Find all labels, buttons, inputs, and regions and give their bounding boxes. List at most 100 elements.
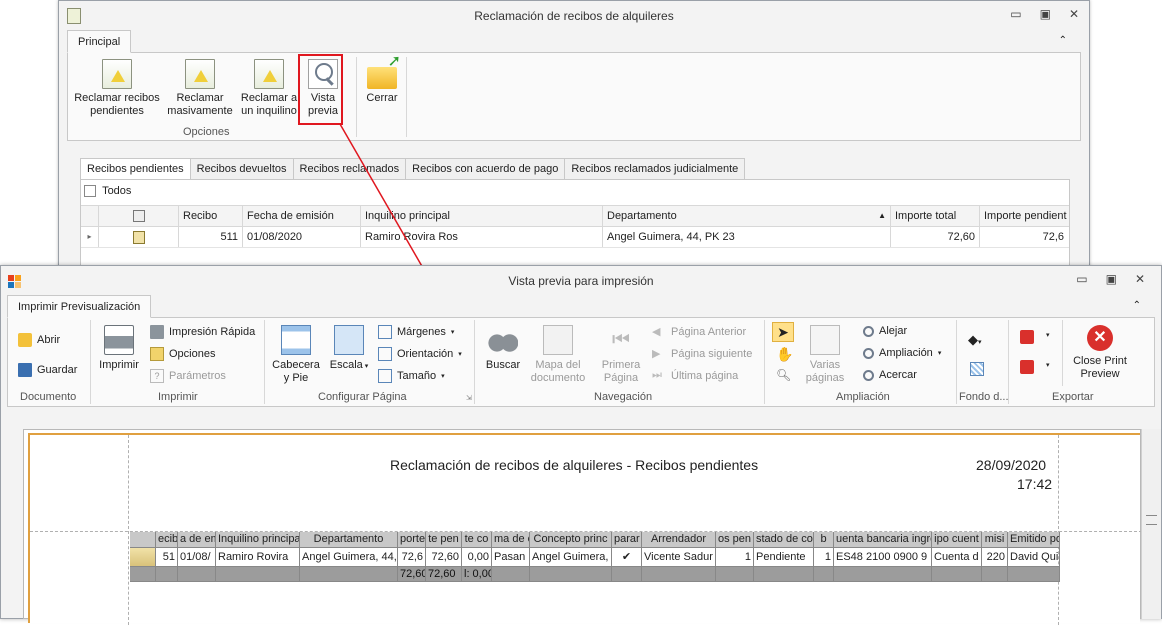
report-total-cell [754, 567, 814, 582]
margins-icon [378, 325, 392, 339]
orientation-icon [378, 347, 392, 361]
tamano-button[interactable]: Tamaño ▾ [378, 369, 445, 383]
report-cell: Angel Guimera, 44, [300, 548, 398, 567]
save-disk-icon [18, 363, 32, 377]
report-header-cell: os pen [716, 532, 754, 548]
preview-ribbon-tabs: Imprimir Previsualización ⌃ [7, 295, 1155, 318]
restore-icon[interactable]: ▣ [1106, 272, 1117, 286]
preview-canvas[interactable]: Reclamación de recibos de alquileres - R… [23, 429, 1142, 625]
report-total-cell [156, 567, 178, 582]
report-total-cell [492, 567, 530, 582]
report-cell: 220 [982, 548, 1008, 567]
parametros-button[interactable]: ? Parámetros [150, 369, 226, 383]
report-total-cell [130, 567, 156, 582]
mapa-documento-button[interactable]: Mapa del documento [530, 325, 586, 385]
report-header-cell: ecib [156, 532, 178, 548]
report-cell: ES48 2100 0900 9 [834, 548, 932, 567]
collapse-ribbon-icon[interactable]: ⌃ [1133, 300, 1141, 311]
dialog-launcher-icon[interactable]: ⇲ [466, 394, 472, 402]
report-total-cell: 72,60: [398, 567, 426, 582]
next-page-icon: ▶ [652, 348, 661, 360]
alejar-button[interactable]: Alejar [863, 325, 907, 337]
acercar-button[interactable]: Acercar [863, 369, 917, 381]
imprimir-button[interactable]: Imprimir [96, 325, 142, 372]
report-checkbox-cell: ✔ [612, 548, 642, 567]
hand-tool-icon[interactable]: ✋ [776, 346, 793, 363]
report-cell: Angel Guimera, [530, 548, 612, 567]
margenes-button[interactable]: Márgenes ▾ [378, 325, 454, 339]
report-title: Reclamación de recibos de alquileres - R… [390, 457, 759, 473]
group-documento-label: Documento [20, 391, 77, 403]
zoom-icon [863, 347, 874, 359]
magnifier-tool-icon[interactable]: 🔍︎ [776, 368, 791, 382]
close-print-preview-button[interactable]: ✕ Close Print Preview [1068, 325, 1132, 381]
report-cell: Pendiente [754, 548, 814, 567]
guardar-button[interactable]: Guardar [18, 363, 77, 377]
report-total-cell [1008, 567, 1060, 582]
cabecera-pie-button[interactable]: Cabecera y Pie [270, 325, 322, 385]
options-icon [150, 347, 164, 361]
group-ampliacion-label: Ampliación [836, 391, 890, 403]
impresion-rapida-button[interactable]: Impresión Rápida [150, 325, 255, 339]
watermark-icon[interactable] [970, 362, 984, 376]
pagina-siguiente-button[interactable]: ▶ Página siguiente [652, 347, 752, 361]
multiple-pages-icon [810, 325, 840, 355]
export-pdf-icon[interactable] [1020, 330, 1034, 344]
report-total-cell [814, 567, 834, 582]
report-header-cell: parar fa [612, 532, 642, 548]
opciones-button[interactable]: Opciones [150, 347, 215, 361]
report-header-cell: a de em [178, 532, 216, 548]
zoom-in-icon [863, 369, 874, 381]
close-icon[interactable]: ✕ [1135, 272, 1145, 286]
report-total-cell [716, 567, 754, 582]
ultima-pagina-button[interactable]: ⏭ Última página [652, 369, 738, 383]
buscar-button[interactable]: Buscar [480, 325, 526, 372]
report-cell: 1 [814, 548, 834, 567]
page-color-icon[interactable]: ◆▾ [968, 332, 982, 348]
pointer-tool-icon[interactable]: ➤ [772, 322, 794, 342]
primera-pagina-button[interactable]: ⏮ Primera Página [596, 325, 646, 385]
report-header-cell: ipo cuent [932, 532, 982, 548]
preview-ribbon: Abrir Guardar Documento Imprimir Impresi… [7, 318, 1155, 407]
pagina-anterior-button[interactable]: ◀ Página Anterior [652, 325, 746, 339]
escala-button[interactable]: Escala ▾ [328, 325, 370, 373]
report-header-cell: Departamento [300, 532, 398, 548]
tab-imprimir-previsualizacion[interactable]: Imprimir Previsualización [7, 295, 152, 318]
report-header-cell: te pen [426, 532, 462, 548]
report-total-cell: l: 0,00 [462, 567, 492, 582]
report-total-cell [178, 567, 216, 582]
report-header-cell: misi [982, 532, 1008, 548]
group-fondo-label: Fondo d... [959, 391, 1009, 403]
report-header-cell: ma de c [492, 532, 530, 548]
previous-page-icon: ◀ [652, 326, 661, 338]
report-header-cell: b [814, 532, 834, 548]
export-dropdown-icon[interactable]: ▾ [1046, 331, 1050, 339]
minimize-icon[interactable]: ▭ [1076, 272, 1087, 286]
send-dropdown-icon[interactable]: ▾ [1046, 361, 1050, 369]
report-cell: Ramiro Rovira [216, 548, 300, 567]
report-cell: 72,6 [398, 548, 426, 567]
vertical-scrollbar[interactable] [1141, 429, 1161, 619]
document-map-icon [543, 325, 573, 355]
orientacion-button[interactable]: Orientación ▾ [378, 347, 462, 361]
report-table: ecib a de em Inquilino principa Departament… [130, 532, 1060, 582]
group-imprimir-label: Imprimir [158, 391, 198, 403]
report-header-cell: uenta bancaria ingre [834, 532, 932, 548]
page-size-icon [378, 369, 392, 383]
report-cell: 01/08/ [178, 548, 216, 567]
first-page-icon: ⏮ [612, 329, 630, 351]
varias-paginas-button[interactable]: Varias páginas [800, 325, 850, 385]
report-total-cell [982, 567, 1008, 582]
report-cell: Cuenta d [932, 548, 982, 567]
send-pdf-icon[interactable] [1020, 360, 1034, 374]
report-cell: 51 [156, 548, 178, 567]
scrollbar-thumb[interactable] [1146, 515, 1157, 525]
report-total-cell [932, 567, 982, 582]
report-total-cell [642, 567, 716, 582]
report-header-cell: te co [462, 532, 492, 548]
abrir-button[interactable]: Abrir [18, 333, 60, 347]
ampliacion-button[interactable]: Ampliación ▾ [863, 347, 941, 359]
zoom-out-icon [863, 325, 874, 337]
group-configurar-label: Configurar Página [318, 391, 407, 403]
print-preview-window: Vista previa para impresión ▭ ▣ ✕ Imprim… [0, 265, 1162, 625]
